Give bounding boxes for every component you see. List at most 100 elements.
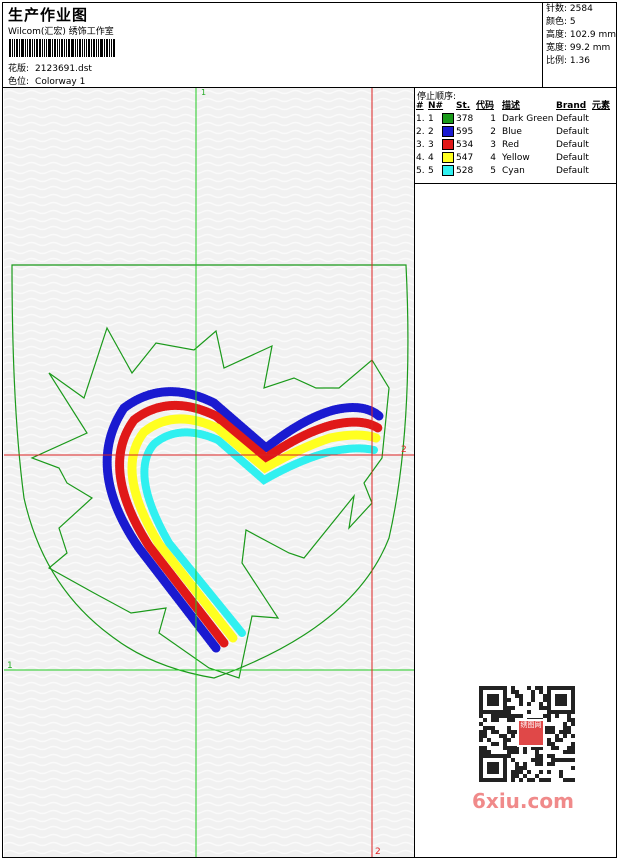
qr-module [531, 690, 535, 694]
row-brand: Default [556, 166, 589, 176]
studio-name: Wilcom(汇宏) 绣饰工作室 [8, 27, 114, 37]
row-brand: Default [556, 114, 589, 124]
qr-module [571, 766, 575, 770]
qr-module [563, 722, 567, 726]
qr-module [531, 778, 535, 782]
qr-module [547, 718, 551, 722]
qr-module [483, 746, 487, 750]
col-brand: Brand [556, 101, 587, 111]
barcode-bar [93, 39, 95, 57]
qr-module [511, 778, 515, 782]
colorway-label: 色位: [8, 77, 30, 87]
sequence-row: 3. 3 534 3 Red Default [415, 139, 610, 152]
qr-module [479, 714, 483, 718]
needle-number: 1 [428, 114, 434, 124]
qr-module [543, 694, 547, 698]
row-needle: 3 [428, 139, 456, 152]
barcode-bar [54, 39, 56, 57]
sequence-row: 5. 5 528 5 Cyan Default [415, 165, 610, 178]
qr-module [563, 750, 567, 754]
qr-module [567, 730, 571, 734]
right-guide-marker: 2 [401, 445, 407, 455]
qr-module [523, 762, 527, 766]
qr-module [495, 730, 499, 734]
stitch-count: 针数: 2584 [546, 4, 593, 14]
barcode-bar [88, 39, 90, 57]
barcode-bar [52, 39, 53, 57]
qr-module [543, 706, 547, 710]
row-code: 1 [490, 114, 496, 124]
qr-module [511, 714, 515, 718]
barcode-bar [106, 39, 108, 57]
qr-module [571, 746, 575, 750]
barcode-bar [21, 39, 24, 57]
qr-module [519, 714, 523, 718]
qr-module [567, 726, 571, 730]
qr-module [507, 718, 511, 722]
stamp-seal: 绣图网 [517, 719, 545, 747]
qr-module [543, 778, 547, 782]
row-code: 3 [490, 140, 496, 150]
qr-module [483, 730, 487, 734]
sequence-row: 4. 4 547 4 Yellow Default [415, 152, 610, 165]
qr-module [539, 762, 543, 766]
qr-module [515, 766, 519, 770]
qr-module [507, 698, 511, 702]
qr-module [519, 766, 523, 770]
barcode-bar [91, 39, 92, 57]
barcode-bar [34, 39, 35, 57]
qr-module [511, 718, 515, 722]
canvas-divider [414, 88, 415, 858]
qr-module [511, 746, 515, 750]
qr-module [511, 690, 515, 694]
qr-module [539, 686, 543, 690]
col-code: 代码 [476, 101, 495, 111]
qr-module [523, 766, 527, 770]
qr-module [543, 714, 547, 718]
qr-module [479, 734, 483, 738]
barcode-bar [48, 39, 51, 57]
qr-module [547, 754, 551, 758]
qr-module [571, 734, 575, 738]
qr-module [515, 694, 519, 698]
row-index: 2. [416, 127, 425, 137]
qr-module [567, 718, 571, 722]
color-swatch [442, 113, 454, 124]
barcode-bar [66, 39, 67, 57]
barcode-bar [25, 39, 26, 57]
col-description: 描述 [502, 101, 521, 111]
qr-module [539, 702, 543, 706]
qr-module [511, 706, 515, 710]
sequence-row: 2. 2 595 2 Blue Default [415, 126, 610, 139]
row-index: 3. [416, 140, 425, 150]
row-stitches: 378 [456, 114, 474, 124]
page-title: 生产作业图 [8, 6, 89, 24]
qr-module [551, 762, 555, 766]
qr-module [571, 750, 575, 754]
qr-module [487, 738, 491, 742]
qr-module [523, 774, 527, 778]
qr-module [515, 774, 519, 778]
barcode-bar [98, 39, 99, 57]
row-needle: 2 [428, 126, 456, 139]
qr-module [507, 738, 511, 742]
row-description: Red [502, 140, 520, 150]
qr-module [535, 750, 539, 754]
design-width: 宽度: 99.2 mm [546, 43, 611, 53]
qr-module [499, 714, 503, 718]
row-stitches: 595 [456, 127, 474, 137]
needle-number: 4 [428, 153, 434, 163]
qr-module [507, 730, 511, 734]
qr-module [515, 770, 519, 774]
row-brand: Default [556, 140, 589, 150]
barcode-bar [19, 39, 20, 57]
qr-module [555, 738, 559, 742]
qr-finder [487, 694, 499, 706]
qr-module [559, 738, 563, 742]
color-swatch [442, 126, 454, 137]
qr-module [527, 770, 531, 774]
barcode-bar [46, 39, 47, 57]
qr-module [503, 738, 507, 742]
col-element: 元素 [592, 101, 611, 111]
qr-module [563, 726, 567, 730]
